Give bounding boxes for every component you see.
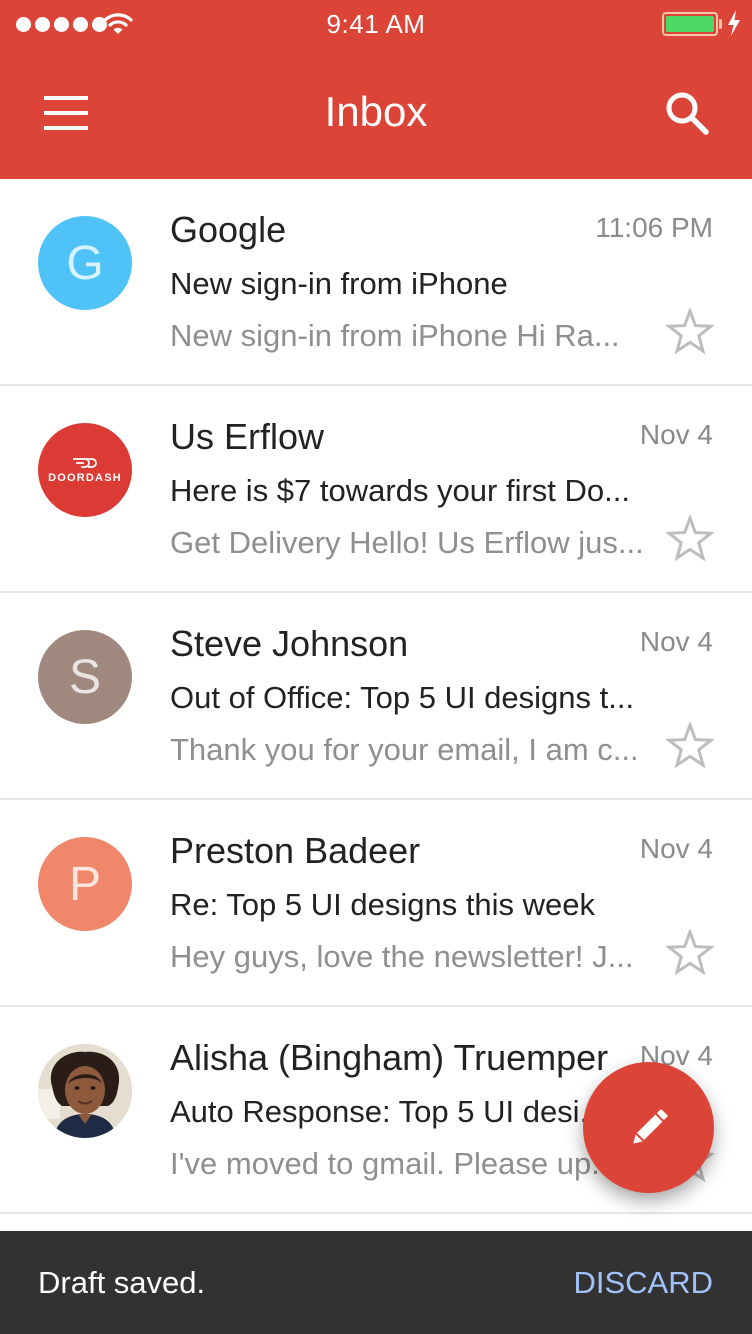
- email-row[interactable]: P Preston Badeer Nov 4 Re: Top 5 UI desi…: [0, 800, 752, 1007]
- email-snippet: Hey guys, love the newsletter! J...: [170, 939, 634, 974]
- email-date: Nov 4: [639, 833, 713, 864]
- star-icon[interactable]: [666, 308, 714, 354]
- page-title: Inbox: [324, 88, 428, 135]
- status-time: 9:41 AM: [326, 9, 426, 39]
- email-snippet: Thank you for your email, I am c...: [170, 732, 639, 767]
- email-date: Nov 4: [639, 626, 713, 657]
- snackbar: Draft saved. DISCARD: [0, 1231, 752, 1334]
- discard-button[interactable]: DISCARD: [573, 1265, 713, 1301]
- star-icon[interactable]: [666, 929, 714, 975]
- charging-bolt-icon: [728, 10, 740, 36]
- avatar-logo-text: DOORDASH: [48, 472, 122, 484]
- sender-name: Google: [170, 209, 287, 250]
- email-snippet: Get Delivery Hello! Us Erflow jus...: [170, 525, 644, 560]
- doordash-logo: DOORDASH: [48, 456, 122, 484]
- snackbar-message: Draft saved.: [38, 1265, 206, 1300]
- email-list: G Google 11:06 PM New sign-in from iPhon…: [0, 179, 752, 1214]
- app-bar: 9:41 AM Inbox: [0, 0, 752, 179]
- status-bar: 9:41 AM: [0, 0, 752, 48]
- hamburger-menu-icon[interactable]: [44, 96, 88, 130]
- email-subject: Auto Response: Top 5 UI desi...: [170, 1094, 606, 1129]
- email-row[interactable]: S Steve Johnson Nov 4 Out of Office: Top…: [0, 593, 752, 800]
- email-subject: Re: Top 5 UI designs this week: [170, 887, 596, 922]
- sender-avatar: G: [38, 216, 132, 310]
- sender-avatar: P: [38, 837, 132, 931]
- sender-name: Alisha (Bingham) Truemper: [170, 1037, 609, 1078]
- battery-icon: [662, 12, 718, 36]
- email-date: Nov 4: [639, 419, 713, 450]
- doordash-logo-icon: [73, 458, 97, 468]
- email-snippet: I've moved to gmail. Please up...: [170, 1146, 618, 1181]
- pencil-icon: [632, 1109, 667, 1144]
- sender-name: Preston Badeer: [170, 830, 421, 871]
- avatar-letter: P: [68, 857, 101, 911]
- email-snippet: New sign-in from iPhone Hi Ra...: [170, 318, 620, 353]
- email-subject: Out of Office: Top 5 UI designs t...: [170, 680, 635, 715]
- avatar-letter: S: [68, 650, 101, 704]
- email-subject: Here is $7 towards your first Do...: [170, 473, 630, 508]
- sender-avatar: DOORDASH: [38, 423, 132, 517]
- search-icon[interactable]: [664, 90, 710, 136]
- compose-button[interactable]: [583, 1062, 714, 1193]
- email-row[interactable]: G Google 11:06 PM New sign-in from iPhon…: [0, 179, 752, 386]
- star-icon[interactable]: [666, 515, 714, 561]
- sender-avatar-photo: [38, 1044, 132, 1138]
- email-subject: New sign-in from iPhone: [170, 266, 508, 301]
- sender-avatar: S: [38, 630, 132, 724]
- email-date: 11:06 PM: [595, 212, 713, 243]
- sender-name: Steve Johnson: [170, 623, 409, 664]
- email-row[interactable]: DOORDASH Us Erflow Nov 4 Here is $7 towa…: [0, 386, 752, 593]
- battery-level: [666, 16, 714, 32]
- avatar-letter: G: [66, 236, 104, 290]
- person-photo: [38, 1044, 132, 1138]
- star-icon[interactable]: [666, 722, 714, 768]
- sender-name: Us Erflow: [170, 416, 325, 457]
- battery-tip: [719, 19, 722, 29]
